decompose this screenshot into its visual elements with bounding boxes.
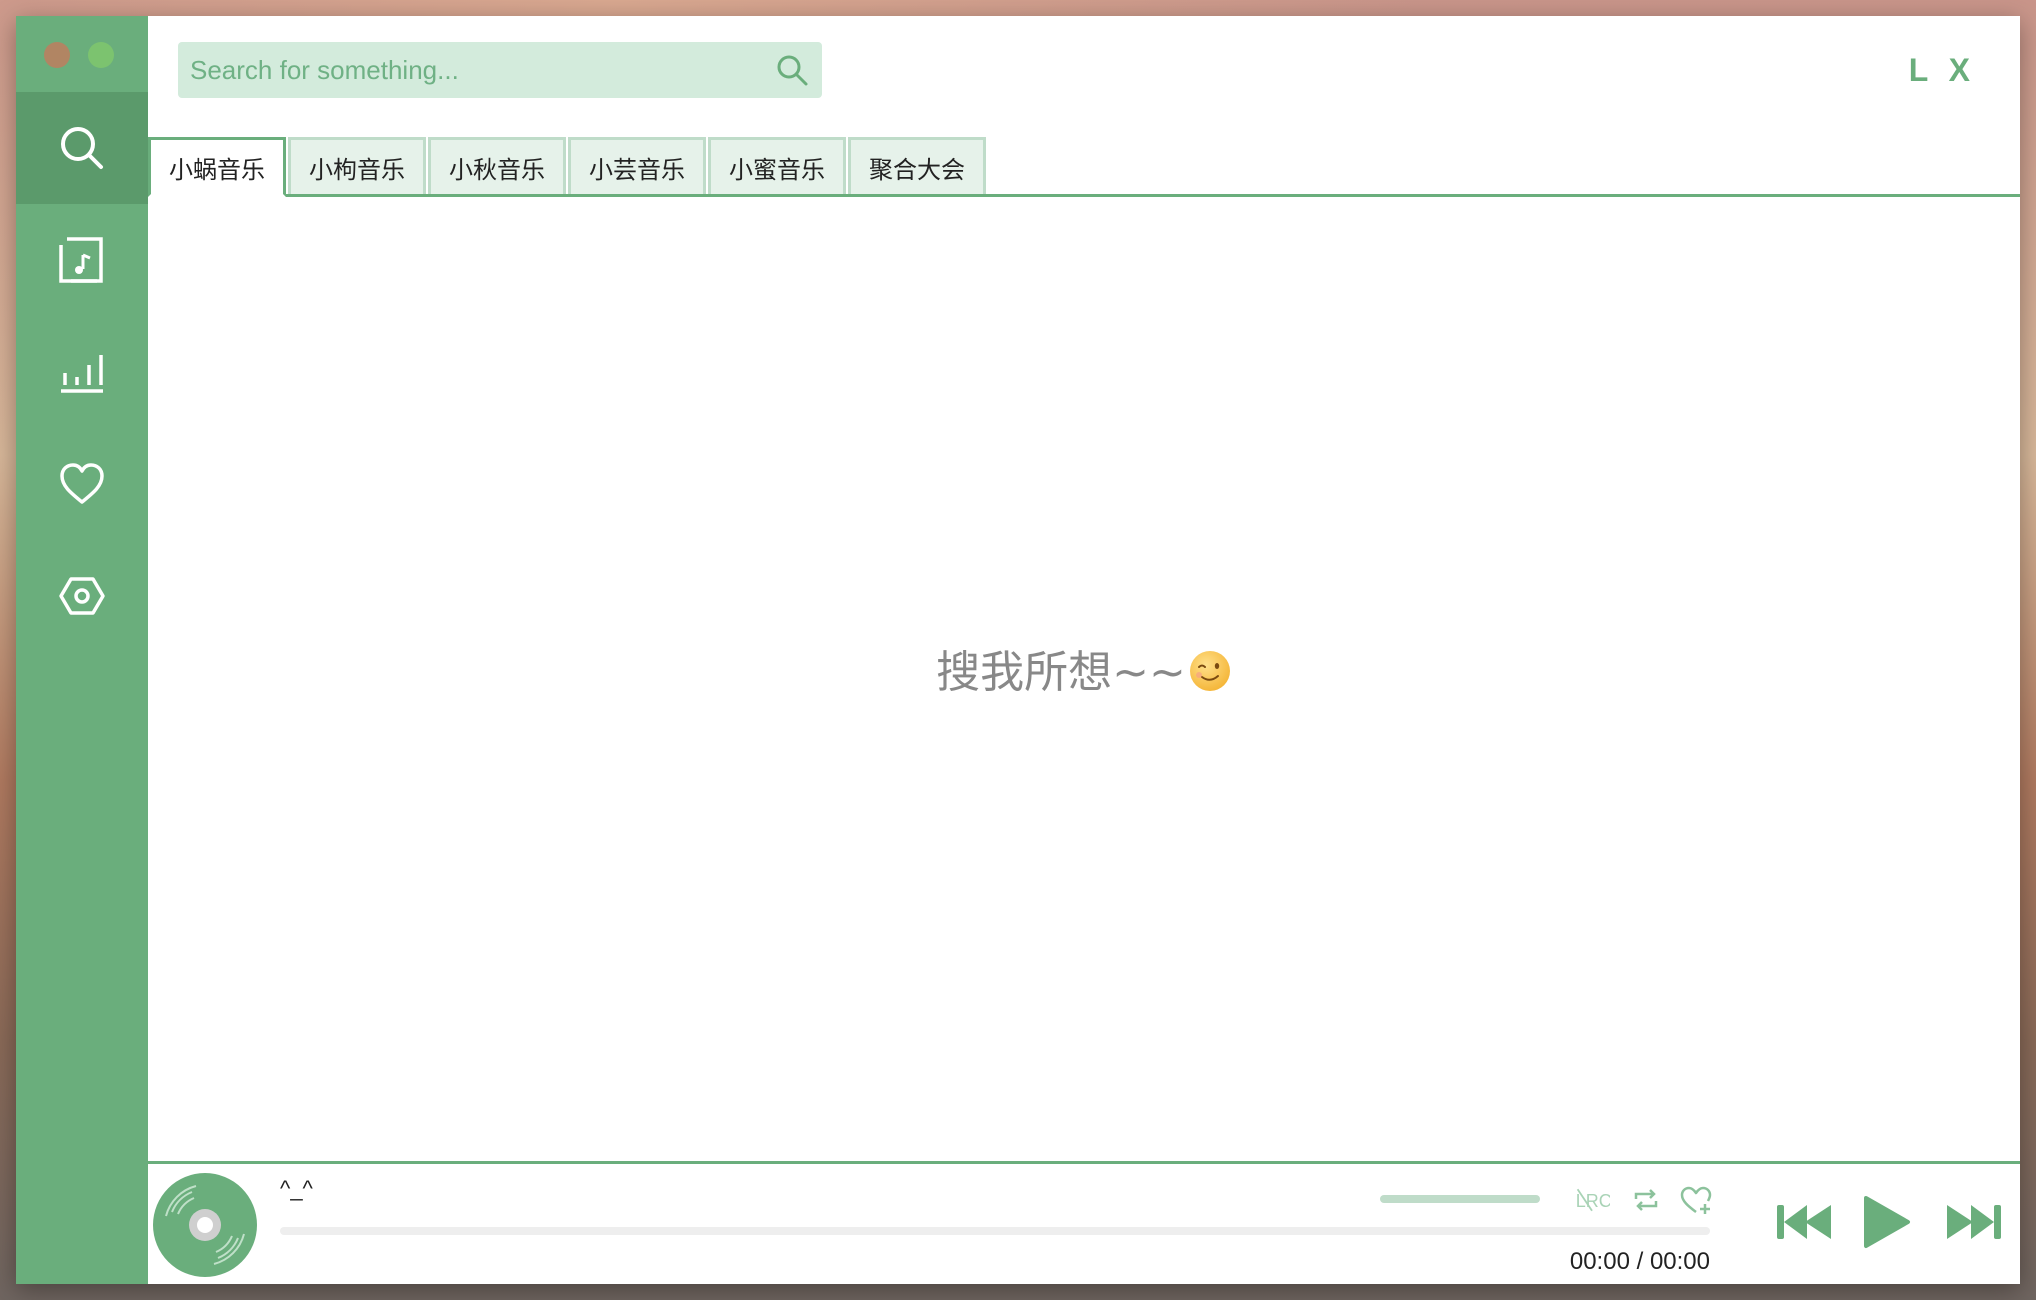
loop-mode-button[interactable] (1628, 1182, 1664, 1218)
empty-state-message: 搜我所想~~ (936, 647, 1186, 698)
search-button[interactable] (762, 42, 822, 98)
sidebar-item-leaderboard[interactable] (16, 316, 148, 428)
album-disc-icon[interactable] (152, 1172, 258, 1278)
repeat-icon (1634, 1189, 1658, 1211)
lyrics-toggle-button[interactable]: LRC (1574, 1182, 1610, 1218)
sidebar-item-settings[interactable] (16, 540, 148, 652)
wink-emoji-icon (1189, 651, 1230, 691)
previous-button[interactable] (1772, 1190, 1838, 1254)
tab-source-5[interactable]: 小蜜音乐 (708, 137, 846, 194)
playback-time: 00:00 / 00:00 (1566, 1248, 1710, 1276)
app-logo: L X (1908, 52, 1976, 88)
lrc-off-icon: LRC (1576, 1188, 1610, 1212)
tab-source-1[interactable]: 小蜗音乐 (148, 137, 286, 197)
empty-state: 搜我所想~~ (148, 636, 2020, 700)
search-bar (178, 41, 822, 99)
tab-source-2[interactable]: 小枸音乐 (288, 137, 426, 194)
hexagon-settings-icon (59, 577, 105, 615)
tab-source-4[interactable]: 小芸音乐 (568, 137, 706, 194)
bar-chart-icon (61, 355, 103, 393)
close-window-button[interactable] (44, 42, 70, 68)
sidebar-item-song-list[interactable] (16, 204, 148, 316)
source-tabs: 小蜗音乐 小枸音乐 小秋音乐 小芸音乐 小蜜音乐 聚合大会 (148, 125, 2020, 197)
search-icon (61, 127, 103, 169)
play-button[interactable] (1858, 1190, 1914, 1254)
music-list-icon (59, 237, 103, 283)
heart-add-icon (1680, 1186, 1712, 1214)
search-input[interactable] (178, 41, 762, 99)
heart-icon (60, 463, 104, 504)
skip-previous-icon (1777, 1205, 1831, 1239)
tab-source-3[interactable]: 小秋音乐 (428, 137, 566, 194)
next-button[interactable] (1940, 1190, 2006, 1254)
maximize-window-button[interactable] (88, 42, 114, 68)
app-window: L X 小蜗音乐 小枸音乐 小秋音乐 小芸音乐 小蜜音乐 聚合大会 搜我所想~~ (16, 16, 2020, 1284)
player-bar: ^_^ LRC 00:00 / 00:00 (148, 1161, 2020, 1284)
skip-next-icon (1947, 1205, 2001, 1239)
tab-aggregate[interactable]: 聚合大会 (848, 137, 986, 194)
play-icon (1864, 1196, 1910, 1248)
sidebar-item-my-list[interactable] (16, 428, 148, 540)
window-controls (44, 42, 114, 68)
total-time: 00:00 (1649, 1248, 1710, 1275)
song-name: ^_^ (280, 1176, 313, 1201)
progress-bar[interactable] (280, 1227, 1710, 1235)
time-separator: / (1636, 1248, 1644, 1275)
volume-slider[interactable] (1380, 1195, 1540, 1203)
current-time: 00:00 (1569, 1248, 1630, 1275)
sidebar (16, 16, 148, 1284)
search-icon (777, 55, 808, 86)
sidebar-item-search[interactable] (16, 92, 148, 204)
add-to-favorites-button[interactable] (1678, 1182, 1714, 1218)
